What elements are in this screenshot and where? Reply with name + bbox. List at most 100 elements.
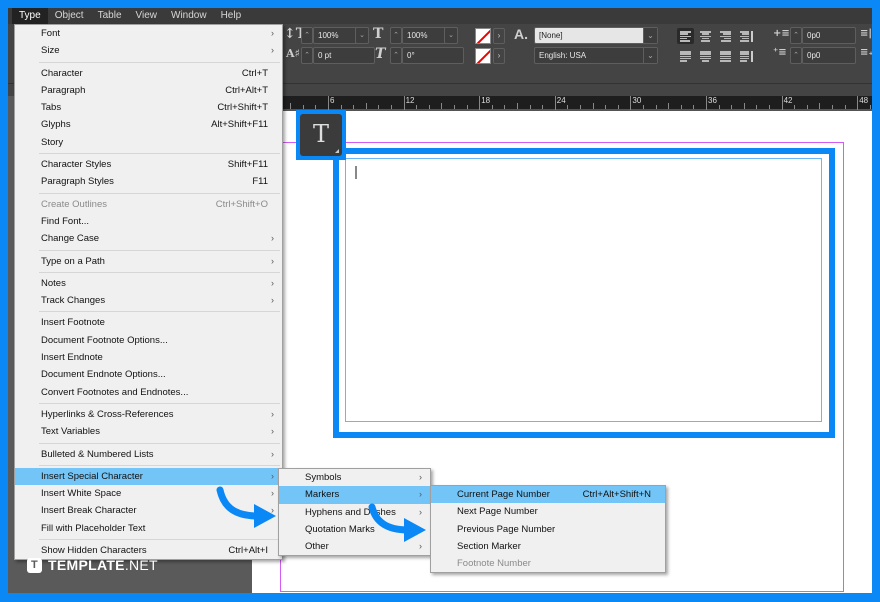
first-line-indent-icon: ⁺≡ xyxy=(773,47,787,58)
menubar-item-window[interactable]: Window xyxy=(164,8,214,24)
ruler-tick xyxy=(668,103,670,109)
type-menu-item-insert-special-character[interactable]: Insert Special Character › xyxy=(15,467,282,486)
chevron-down-icon: ⌄ xyxy=(643,28,657,43)
first-line-indent-field[interactable]: 0p0 xyxy=(802,47,856,64)
stroke-swatch-none[interactable] xyxy=(475,48,491,64)
align-away-from-spine-icon xyxy=(737,48,754,64)
horizontal-scale-dropdown[interactable]: ⌄ xyxy=(444,27,458,44)
ruler-tick xyxy=(592,103,594,109)
type-menu-item-character[interactable]: Character Ctrl+T xyxy=(15,65,282,82)
markers-item-current-page-number[interactable]: Current Page Number Ctrl+Alt+Shift+N xyxy=(431,486,665,504)
justify-all-button[interactable] xyxy=(717,48,734,64)
skew-icon: T xyxy=(375,46,386,62)
type-tool-icon: T xyxy=(300,114,342,156)
type-menu-item-text-variables[interactable]: Text Variables › xyxy=(15,423,282,440)
menu-item-label: Track Changes xyxy=(41,295,106,307)
horizontal-ruler[interactable]: 6 12 18 24 30 36 42 48 xyxy=(248,96,872,110)
justify-center-button[interactable] xyxy=(697,48,714,64)
character-style-dropdown[interactable]: [None] ⌄ xyxy=(534,27,658,44)
type-menu-item-character-styles[interactable]: Character Styles Shift+F11 xyxy=(15,156,282,173)
align-right-button[interactable] xyxy=(717,28,734,44)
left-indent-field[interactable]: 0p0 xyxy=(802,27,856,44)
markers-item-section-marker[interactable]: Section Marker xyxy=(431,538,665,555)
align-away-from-spine-button[interactable] xyxy=(737,48,754,64)
menu-item-label: Text Variables xyxy=(41,426,100,438)
menu-item-label: Symbols xyxy=(305,472,342,483)
ruler-tick xyxy=(466,105,468,109)
stroke-swatch-menu-button[interactable]: › xyxy=(493,48,505,64)
fill-swatch-menu-button[interactable]: › xyxy=(493,28,505,44)
type-menu-item-story[interactable]: Story xyxy=(15,134,282,151)
type-menu-item-hyperlinks-cross-references[interactable]: Hyperlinks & Cross-References › xyxy=(15,406,282,423)
menu-separator xyxy=(39,539,280,541)
menu-item-label: Fill with Placeholder Text xyxy=(41,522,146,534)
markers-item-previous-page-number[interactable]: Previous Page Number xyxy=(431,521,665,538)
baseline-shift-stepper[interactable]: ⌃ xyxy=(301,47,313,64)
type-menu-item-glyphs[interactable]: Glyphs Alt+Shift+F11 xyxy=(15,116,282,133)
ruler-tick xyxy=(378,105,380,109)
ruler-label: 18 xyxy=(481,96,491,105)
left-indent-stepper[interactable]: ⌃ xyxy=(790,27,802,44)
language-dropdown[interactable]: English: USA ⌄ xyxy=(534,47,658,64)
menu-separator xyxy=(39,61,280,63)
ruler-tick xyxy=(454,105,455,109)
type-menu-item-create-outlines: Create Outlines Ctrl+Shift+O xyxy=(15,196,282,213)
type-menu-item-document-endnote-options[interactable]: Document Endnote Options... xyxy=(15,366,282,383)
type-menu-item-insert-footnote[interactable]: Insert Footnote xyxy=(15,314,282,331)
skew-stepper[interactable]: ⌃ xyxy=(390,47,402,64)
menu-item-shortcut: Ctrl+Alt+I xyxy=(228,545,268,557)
fill-swatch-none[interactable] xyxy=(475,28,491,44)
menubar-item-type[interactable]: Type xyxy=(12,8,48,24)
text-frame[interactable] xyxy=(345,158,822,422)
menubar-item-view[interactable]: View xyxy=(129,8,165,24)
ruler-major-tick xyxy=(328,96,329,110)
ruler-label: 6 xyxy=(330,96,335,105)
align-left-button[interactable] xyxy=(677,28,694,44)
align-center-button[interactable] xyxy=(697,28,714,44)
type-menu-item-track-changes[interactable]: Track Changes › xyxy=(15,292,282,309)
ruler-tick xyxy=(517,103,518,109)
type-menu-item-bulleted-numbered-lists[interactable]: Bulleted & Numbered Lists › xyxy=(15,446,282,463)
chevron-right-icon: › xyxy=(271,470,274,481)
menu-separator xyxy=(39,249,280,251)
horizontal-scale-stepper[interactable]: ⌃ xyxy=(390,27,402,44)
type-menu-item-notes[interactable]: Notes › xyxy=(15,275,282,292)
markers-item-next-page-number[interactable]: Next Page Number xyxy=(431,503,665,520)
type-menu-item-change-case[interactable]: Change Case › xyxy=(15,230,282,247)
type-menu-item-font[interactable]: Font › xyxy=(15,25,282,42)
align-towards-spine-button[interactable] xyxy=(737,28,754,44)
menu-item-label: Previous Page Number xyxy=(457,523,556,535)
chevron-right-icon: › xyxy=(271,233,274,244)
last-line-indent-icon: ≡₊ xyxy=(860,47,872,58)
first-line-indent-stepper[interactable]: ⌃ xyxy=(790,47,802,64)
menubar-item-table[interactable]: Table xyxy=(91,8,129,24)
type-menu-item-document-footnote-options[interactable]: Document Footnote Options... xyxy=(15,332,282,349)
type-menu-item-paragraph-styles[interactable]: Paragraph Styles F11 xyxy=(15,173,282,190)
menubar-item-help[interactable]: Help xyxy=(214,8,249,24)
ruler-tick xyxy=(567,105,569,109)
vertical-scale-dropdown[interactable]: ⌄ xyxy=(355,27,369,44)
ruler-major-tick xyxy=(630,96,632,110)
special-char-item-markers[interactable]: Markers › xyxy=(279,486,430,504)
type-menu-item-find-font[interactable]: Find Font... xyxy=(15,213,282,230)
type-menu-item-tabs[interactable]: Tabs Ctrl+Shift+T xyxy=(15,99,282,116)
type-menu-item-insert-endnote[interactable]: Insert Endnote xyxy=(15,349,282,366)
type-menu-item-type-on-a-path[interactable]: Type on a Path › xyxy=(15,253,282,270)
menu-item-label: Markers xyxy=(305,489,340,501)
text-cursor xyxy=(355,166,357,179)
special-char-item-symbols[interactable]: Symbols › xyxy=(279,469,430,486)
markers-submenu: Current Page Number Ctrl+Alt+Shift+N Next … xyxy=(430,485,666,574)
justify-left-button[interactable] xyxy=(677,48,694,64)
ruler-tick xyxy=(832,105,833,109)
ruler-tick xyxy=(302,105,304,109)
type-menu-item-size[interactable]: Size › xyxy=(15,42,282,59)
ruler-tick xyxy=(643,105,644,109)
type-menu-item-convert-footnotes-and-endnotes[interactable]: Convert Footnotes and Endnotes... xyxy=(15,384,282,401)
justify-left-icon xyxy=(677,48,694,64)
menu-separator xyxy=(39,153,280,155)
baseline-shift-field[interactable]: 0 pt xyxy=(313,47,375,64)
vertical-scale-stepper[interactable]: ⌃ xyxy=(301,27,313,44)
menubar-item-object[interactable]: Object xyxy=(48,8,91,24)
skew-field[interactable]: 0° xyxy=(402,47,464,64)
type-menu-item-paragraph[interactable]: Paragraph Ctrl+Alt+T xyxy=(15,82,282,99)
